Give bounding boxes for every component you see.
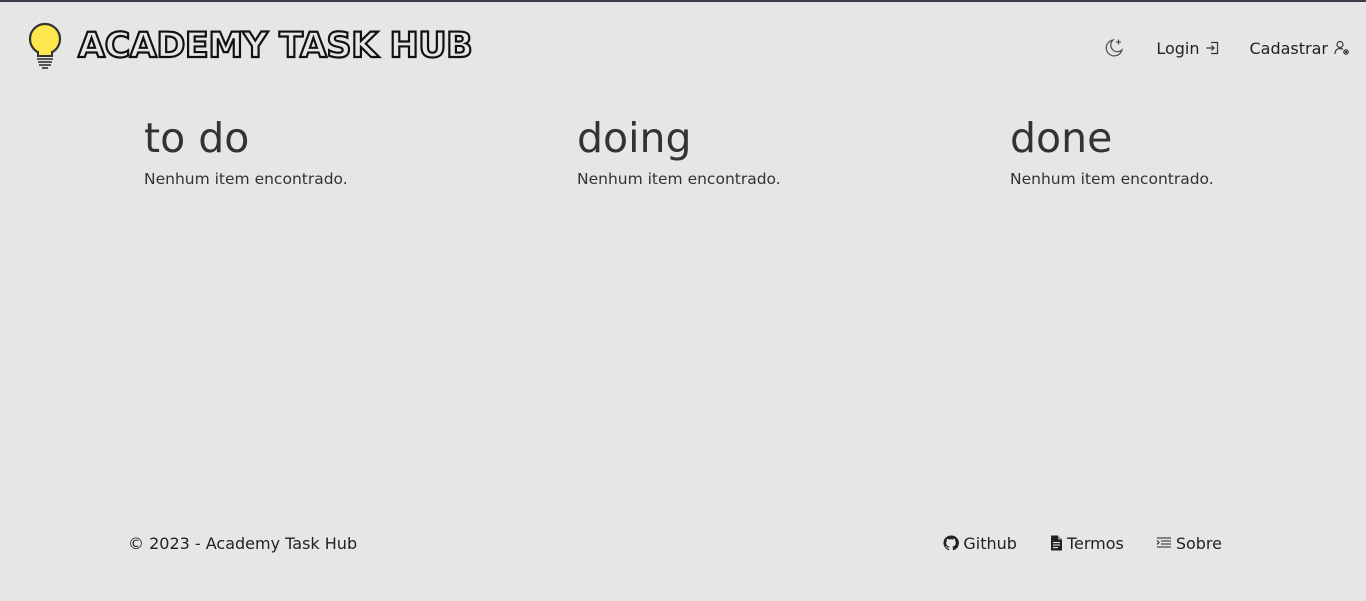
user-gear-icon [1334, 40, 1349, 55]
lightbulb-icon [28, 22, 62, 69]
register-label: Cadastrar [1249, 38, 1328, 58]
login-link[interactable]: Login [1156, 39, 1219, 58]
column-doing: doing Nenhum item encontrado. [577, 110, 937, 188]
github-label: Github [963, 533, 1017, 553]
copyright-text: © 2023 - Academy Task Hub [128, 533, 358, 553]
footer-links: Github Termos Sobre [943, 534, 1222, 553]
header: ACADEMY TASK HUB Login Cadastrar [0, 2, 1366, 90]
about-label: Sobre [1175, 533, 1222, 553]
login-label: Login [1156, 38, 1200, 58]
empty-message: Nenhum item encontrado. [577, 170, 781, 188]
empty-message: Nenhum item encontrado. [144, 170, 348, 188]
about-link[interactable]: Sobre [1156, 534, 1222, 553]
column-done: done Nenhum item encontrado. [1010, 110, 1366, 188]
terms-link[interactable]: Termos [1049, 534, 1124, 553]
github-icon [943, 535, 960, 551]
column-title: doing [577, 114, 692, 162]
moon-stars-icon [1105, 38, 1124, 57]
column-todo: to do Nenhum item encontrado. [144, 110, 504, 188]
column-title: done [1010, 114, 1113, 162]
footer: © 2023 - Academy Task Hub Github Termos [128, 529, 1222, 557]
terms-label: Termos [1066, 533, 1124, 553]
brand-title: ACADEMY TASK HUB [77, 25, 474, 67]
brand-home-link[interactable]: ACADEMY TASK HUB [26, 22, 474, 70]
list-icon [1156, 537, 1171, 548]
column-title: to do [144, 114, 250, 162]
register-link[interactable]: Cadastrar [1249, 39, 1350, 58]
empty-message: Nenhum item encontrado. [1010, 170, 1214, 188]
document-icon [1050, 535, 1062, 551]
theme-toggle-button[interactable] [1102, 36, 1126, 60]
github-link[interactable]: Github [943, 534, 1017, 553]
page: ACADEMY TASK HUB Login Cadastrar to do N… [0, 0, 1366, 601]
login-icon [1206, 41, 1219, 55]
top-nav: Login Cadastrar [1102, 32, 1350, 64]
